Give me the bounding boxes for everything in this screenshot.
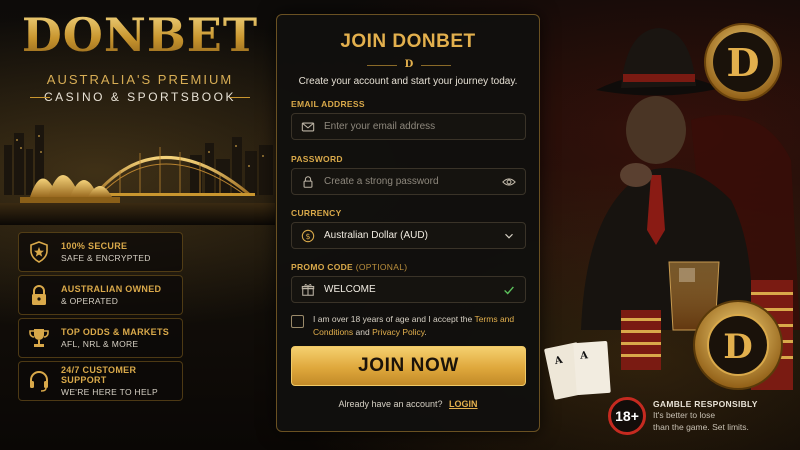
terms-text: I am over 18 years of age and I accept t… [313, 313, 519, 339]
gamble-responsibly-badge: 18+ GAMBLE RESPONSIBLY It's better to lo… [608, 394, 793, 438]
feature-title: TOP ODDS & MARKETS [61, 327, 170, 337]
terms-prefix: I am over 18 years of age and I accept t… [313, 314, 473, 324]
promo-label-text: PROMO CODE [291, 262, 354, 272]
email-label: EMAIL ADDRESS [291, 99, 365, 109]
terms-row: I am over 18 years of age and I accept t… [291, 313, 526, 339]
join-now-button[interactable]: JOIN NOW [291, 346, 526, 386]
headset-icon [30, 371, 48, 392]
feature-subtitle: & OPERATED [61, 296, 119, 306]
gamble-line-1: It's better to lose [653, 410, 716, 420]
feature-top-odds: TOP ODDS & MARKETS AFL, NRL & MORE [18, 318, 183, 358]
login-link[interactable]: LOGIN [449, 399, 478, 409]
eye-icon[interactable] [502, 175, 516, 189]
terms-suffix: . [424, 327, 427, 337]
gamble-title: GAMBLE RESPONSIBLY [653, 399, 758, 409]
password-placeholder: Create a strong password [324, 176, 439, 187]
padlock-icon [32, 285, 46, 305]
currency-value: Australian Dollar (AUD) [324, 230, 428, 241]
promo-code-value: WELCOME [324, 284, 376, 295]
password-field[interactable]: Create a strong password [291, 168, 526, 195]
signup-form-panel: JOIN DONBET D Create your account and st… [276, 14, 540, 432]
email-field[interactable]: Enter your email address [291, 113, 526, 140]
chevron-down-icon [505, 233, 513, 239]
terms-and: and [355, 327, 370, 337]
feature-title: 24/7 CUSTOMER SUPPORT [61, 365, 137, 385]
dollar-coin-icon: $ [301, 229, 315, 242]
age-18-plus-icon: 18+ [608, 397, 646, 435]
donbet-logo: DONBET [21, 8, 259, 62]
form-title: JOIN DONBET [340, 31, 476, 52]
form-divider-mark: D [367, 59, 451, 71]
shield-star-icon [30, 241, 48, 263]
svg-text:A: A [579, 350, 589, 362]
svg-text:D: D [723, 327, 752, 367]
left-branding-column: DONBET AUSTRALIA'S PREMIUM CASINO & SPOR… [0, 0, 275, 450]
password-label: PASSWORD [291, 154, 343, 164]
brand-tagline-secondary: CASINO & SPORTSBOOK [20, 90, 260, 104]
feature-title: AUSTRALIAN OWNED [61, 284, 162, 294]
feature-secure: 100% SECURE SAFE & ENCRYPTED [18, 232, 183, 272]
gamble-line-2: than the game. Set limits. [653, 422, 749, 432]
promo-code-field[interactable]: WELCOME [291, 276, 526, 303]
trophy-icon [29, 329, 49, 347]
email-placeholder: Enter your email address [324, 121, 436, 132]
gift-icon [301, 283, 315, 296]
currency-label: CURRENCY [291, 208, 342, 218]
svg-text:$: $ [305, 232, 310, 241]
feature-list: 100% SECURE SAFE & ENCRYPTED AUSTRALIAN … [18, 232, 183, 404]
gangster-casino-illustration: D D A A [544, 23, 800, 400]
form-subtitle: Create your account and start your journ… [298, 76, 518, 87]
terms-checkbox[interactable] [291, 315, 304, 328]
promo-optional-tag: (OPTIONAL) [355, 262, 408, 272]
feature-subtitle: AFL, NRL & MORE [61, 339, 139, 349]
feature-australian-owned: AUSTRALIAN OWNED & OPERATED [18, 275, 183, 315]
promo-label: PROMO CODE (OPTIONAL) [291, 262, 407, 272]
login-prompt: Already have an account? [338, 399, 443, 409]
check-icon [504, 285, 514, 295]
privacy-policy-link[interactable]: Privacy Policy [372, 327, 424, 337]
svg-text:D: D [727, 40, 760, 85]
feature-subtitle: SAFE & ENCRYPTED [61, 253, 151, 263]
lock-icon [303, 175, 313, 188]
login-row: Already have an account? LOGIN [277, 399, 539, 409]
brand-tagline-primary: AUSTRALIA'S PREMIUM [46, 72, 234, 87]
currency-select[interactable]: $ Australian Dollar (AUD) [291, 222, 526, 249]
feature-subtitle: WE'RE HERE TO HELP [61, 387, 158, 397]
feature-support: 24/7 CUSTOMER SUPPORT WE'RE HERE TO HELP [18, 361, 183, 401]
envelope-icon [301, 122, 315, 131]
sydney-skyline-illustration [0, 125, 275, 225]
feature-title: 100% SECURE [61, 241, 128, 251]
